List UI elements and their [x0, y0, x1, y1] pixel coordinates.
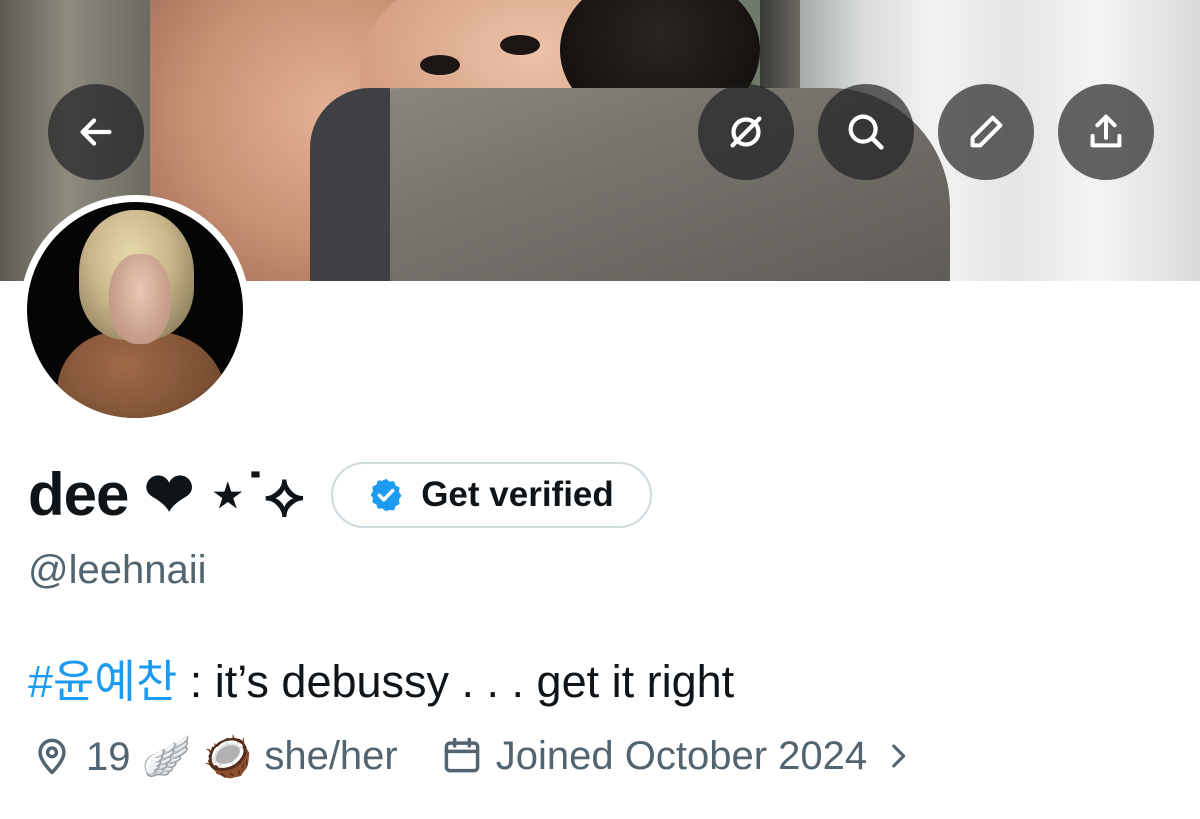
- grok-icon: [730, 116, 762, 148]
- location-pin-icon: [38, 738, 66, 775]
- verified-badge-icon: [370, 478, 402, 512]
- pronouns-text: she/her: [264, 733, 398, 778]
- avatar-face: [109, 254, 171, 344]
- bio-text: : it’s debussy . . . get it right: [177, 656, 735, 707]
- share-button[interactable]: [1058, 84, 1154, 180]
- back-button[interactable]: [48, 84, 144, 180]
- username-handle: @leehnaii: [28, 548, 207, 592]
- name-row: dee ❤ ⋆˙⟡ Get verified: [28, 455, 652, 535]
- avatar-image: [27, 202, 243, 418]
- banner-eye: [420, 55, 460, 75]
- search-button[interactable]: [818, 84, 914, 180]
- edit-profile-button[interactable]: [938, 84, 1034, 180]
- avatar[interactable]: [20, 195, 250, 425]
- calendar-icon: [444, 737, 480, 773]
- pencil-icon: [970, 115, 1003, 148]
- profile-bio: #윤예찬 : it’s debussy . . . get it right: [28, 645, 734, 710]
- grok-button[interactable]: [698, 84, 794, 180]
- banner-sleeve: [310, 88, 390, 281]
- avatar-shirt: [57, 332, 227, 418]
- joined-date[interactable]: Joined October 2024: [440, 734, 915, 779]
- joined-text: Joined October 2024: [495, 733, 868, 778]
- chevron-right-icon: [892, 744, 906, 768]
- bio-hashtag-link[interactable]: #윤예찬: [28, 656, 177, 707]
- search-icon: [848, 114, 884, 150]
- share-icon: [1090, 114, 1122, 148]
- arrow-left-icon: [80, 118, 112, 146]
- profile-meta: 19 🪽 🥥 she/her Joined October 2024: [30, 728, 915, 784]
- banner-eye: [500, 35, 540, 55]
- display-name: dee ❤ ⋆˙⟡: [28, 461, 304, 528]
- get-verified-label: Get verified: [421, 475, 614, 514]
- location-text: 19 🪽 🥥: [86, 734, 253, 779]
- get-verified-button[interactable]: Get verified: [331, 462, 652, 528]
